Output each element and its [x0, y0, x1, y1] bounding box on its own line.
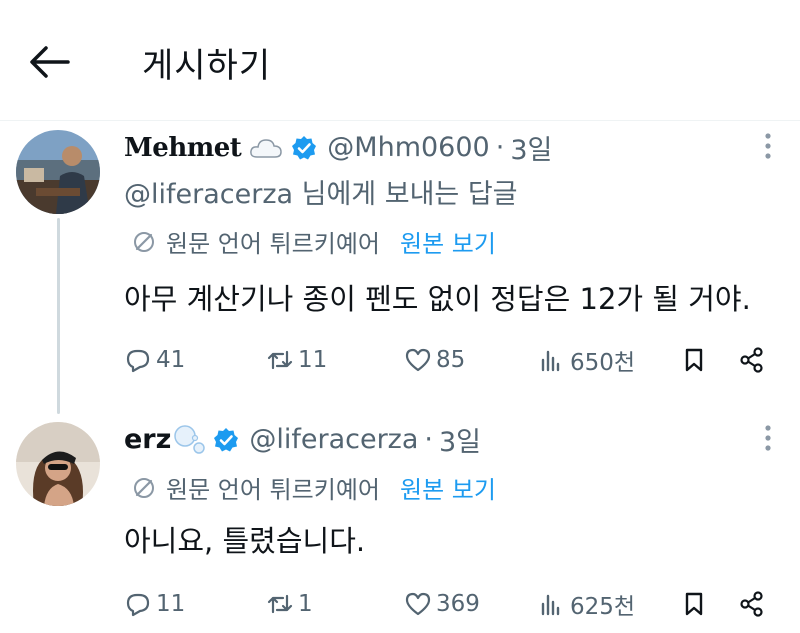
avatar[interactable]: [16, 422, 100, 506]
avatar[interactable]: [16, 130, 100, 214]
bookmark-icon: [685, 348, 703, 372]
avatar-photo: [16, 130, 100, 214]
like-button[interactable]: 85: [404, 346, 465, 374]
reply-to-handle[interactable]: @liferacerza: [124, 179, 293, 210]
translation-note: 원문 언어 튀르키예어 원본 보기: [132, 470, 496, 505]
verified-badge-icon: [291, 135, 317, 161]
bubbles-icon: [173, 424, 206, 456]
timestamp[interactable]: 3일: [439, 420, 481, 459]
avatar-photo: [16, 422, 100, 506]
display-name[interactable]: Mehmet: [124, 133, 242, 163]
share-button[interactable]: [738, 590, 770, 618]
more-button[interactable]: [756, 128, 780, 164]
like-count: 369: [436, 591, 480, 617]
page-title: 게시하기: [142, 46, 272, 86]
translate-icon: [134, 477, 154, 498]
retweet-icon: [267, 350, 293, 370]
display-name[interactable]: erz: [124, 424, 171, 455]
top-bar: 게시하기: [0, 0, 800, 121]
views-icon: [541, 594, 560, 616]
like-icon: [405, 592, 431, 616]
tweet-2-actions: 11 1 369 625천: [124, 584, 774, 624]
views-icon: [541, 350, 560, 372]
show-original-link[interactable]: 원본 보기: [400, 470, 496, 505]
reply-count: 11: [156, 591, 186, 617]
retweet-button[interactable]: 1: [266, 590, 313, 618]
cloud-icon: [249, 137, 283, 159]
back-arrow-icon: [30, 46, 70, 78]
more-button[interactable]: [756, 420, 780, 456]
handle[interactable]: @liferacerza: [249, 424, 418, 455]
reply-button[interactable]: 41: [124, 346, 185, 374]
bookmark-button[interactable]: [680, 590, 712, 618]
more-icon: [765, 133, 771, 159]
like-count: 85: [436, 347, 466, 373]
translated-from-label: 원문 언어 튀르키예어: [166, 230, 380, 258]
reply-button[interactable]: 11: [124, 590, 185, 618]
show-original-link[interactable]: 원본 보기: [400, 224, 496, 259]
handle[interactable]: @Mhm0600: [327, 132, 489, 163]
like-icon: [405, 348, 431, 372]
separator-dot: ·: [495, 132, 505, 163]
retweet-icon: [267, 594, 293, 614]
bookmark-button[interactable]: [680, 346, 712, 374]
retweet-count: 1: [298, 591, 313, 617]
verified-badge-icon: [213, 427, 239, 453]
view-count: 625천: [570, 594, 636, 620]
tweet-1-actions: 41 11 85 650천: [124, 340, 774, 380]
views-button[interactable]: 650천: [538, 343, 635, 377]
tweet-1-header: Mehmet @Mhm0600 · 3일: [124, 128, 552, 167]
tweet-2-header: erz @liferacerza · 3일: [124, 420, 481, 459]
thread-connector: [57, 218, 60, 414]
timestamp[interactable]: 3일: [510, 128, 552, 167]
reply-icon: [126, 349, 150, 373]
tweet-text: 아니요, 틀렸습니다.: [124, 524, 366, 558]
reply-count: 41: [156, 347, 186, 373]
more-icon: [765, 425, 771, 451]
reply-to-suffix: 님에게 보내는 답글: [293, 179, 518, 210]
views-button[interactable]: 625천: [538, 587, 635, 621]
back-button[interactable]: [28, 44, 72, 80]
separator-dot: ·: [424, 424, 433, 455]
retweet-button[interactable]: 11: [266, 346, 327, 374]
bookmark-icon: [685, 592, 703, 616]
share-icon: [740, 591, 763, 617]
share-button[interactable]: [738, 346, 770, 374]
reply-context: @liferacerza 님에게 보내는 답글: [124, 172, 518, 211]
retweet-count: 11: [298, 347, 328, 373]
tweet-text: 아무 계산기나 종이 펜도 없이 정답은 12가 될 거야.: [124, 282, 751, 316]
translated-from-label: 원문 언어 튀르키예어: [166, 476, 380, 504]
like-button[interactable]: 369: [404, 590, 480, 618]
view-count: 650천: [570, 350, 636, 376]
translate-icon: [134, 231, 154, 252]
translation-note: 원문 언어 튀르키예어 원본 보기: [132, 224, 496, 259]
share-icon: [740, 347, 763, 373]
reply-icon: [126, 593, 150, 617]
